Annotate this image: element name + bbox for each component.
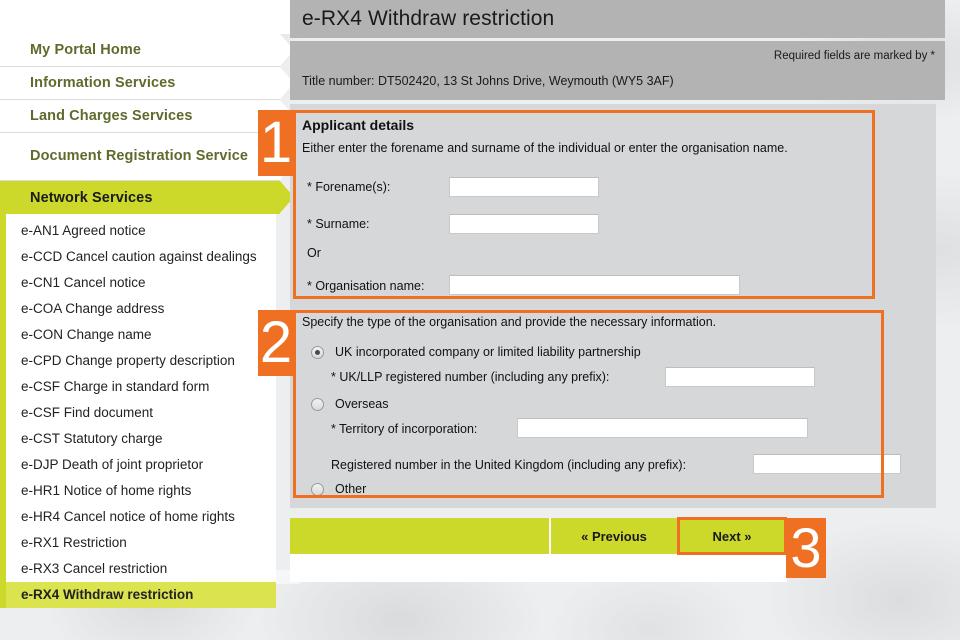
sidebar: My Portal Home Information Services Land C…: [0, 34, 294, 608]
button-bar-underlay: [290, 554, 787, 582]
sidebar-subitem-e-an1-agreed-notice[interactable]: e-AN1 Agreed notice: [6, 218, 276, 244]
sidebar-subitem-e-coa-change-address[interactable]: e-COA Change address: [6, 296, 276, 322]
sidebar-subitem-e-cn1-cancel-notice[interactable]: e-CN1 Cancel notice: [6, 270, 276, 296]
sidebar-item-label: My Portal Home: [30, 42, 141, 58]
sidebar-subitem-e-rx3-cancel-restriction[interactable]: e-RX3 Cancel restriction: [6, 556, 276, 582]
sidebar-subitem-e-hr4-cancel-notice-of-home-rights[interactable]: e-HR4 Cancel notice of home rights: [6, 504, 276, 530]
highlight-box-section-1: [293, 110, 875, 299]
title-number-text: Title number: DT502420, 13 St Johns Driv…: [302, 74, 674, 88]
sidebar-subitem-e-csf-charge-in-standard-form[interactable]: e-CSF Charge in standard form: [6, 374, 276, 400]
annotation-badge-2: 2: [258, 310, 294, 376]
sidebar-item-label: Network Services: [30, 189, 153, 206]
page-title-bar: e-RX4 Withdraw restriction: [290, 0, 945, 38]
primary-navigation: My Portal Home Information Services Land C…: [0, 34, 294, 214]
highlight-box-section-2: [293, 310, 884, 498]
sidebar-subitem-e-rx4-withdraw-restriction[interactable]: e-RX4 Withdraw restriction: [6, 582, 276, 608]
sidebar-subitem-e-ccd-cancel-caution-against-dealings[interactable]: e-CCD Cancel caution against dealings: [6, 244, 276, 270]
sidebar-subitem-e-djp-death-of-joint-proprietor[interactable]: e-DJP Death of joint proprietor: [6, 452, 276, 478]
sidebar-item-label: Land Charges Services: [30, 108, 193, 124]
page-title: e-RX4 Withdraw restriction: [302, 7, 555, 30]
sidebar-item-label: Document Registration Service: [30, 148, 249, 164]
sidebar-item-document-registration-service[interactable]: Document Registration Service: [0, 133, 294, 181]
previous-button[interactable]: « Previous: [549, 518, 677, 554]
sidebar-item-label: Information Services: [30, 75, 176, 91]
background-white-band-top: [0, 0, 300, 34]
sidebar-item-land-charges-services[interactable]: Land Charges Services: [0, 100, 294, 133]
sidebar-item-network-services[interactable]: Network Services: [0, 181, 294, 214]
sidebar-subitem-e-hr1-notice-of-home-rights[interactable]: e-HR1 Notice of home rights: [6, 478, 276, 504]
service-sub-navigation: e-AN1 Agreed notice e-CCD Cancel caution …: [0, 214, 276, 608]
highlight-box-next-button: [677, 517, 787, 555]
sidebar-subitem-e-csf-find-document[interactable]: e-CSF Find document: [6, 400, 276, 426]
required-fields-note: Required fields are marked by *: [773, 50, 935, 62]
page-meta-bar: Required fields are marked by * Title nu…: [290, 41, 945, 100]
sidebar-subitem-e-con-change-name[interactable]: e-CON Change name: [6, 322, 276, 348]
sidebar-subitem-e-cpd-change-property-description[interactable]: e-CPD Change property description: [6, 348, 276, 374]
sidebar-subitem-e-cst-statutory-charge[interactable]: e-CST Statutory charge: [6, 426, 276, 452]
sidebar-subitem-e-rx1-restriction[interactable]: e-RX1 Restriction: [6, 530, 276, 556]
sidebar-item-information-services[interactable]: Information Services: [0, 67, 294, 100]
sidebar-item-my-portal-home[interactable]: My Portal Home: [0, 34, 294, 67]
annotation-badge-1: 1: [258, 110, 294, 176]
annotation-badge-3: 3: [786, 518, 826, 578]
